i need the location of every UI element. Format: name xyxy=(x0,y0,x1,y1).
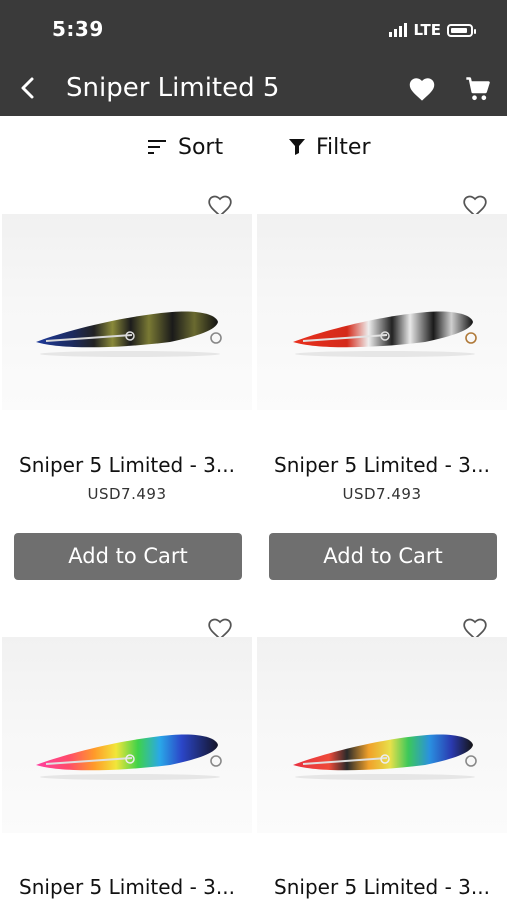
sort-icon xyxy=(148,140,166,154)
sort-button[interactable]: Sort xyxy=(148,132,223,162)
fishing-lure-image xyxy=(293,311,477,357)
fishing-lure-image xyxy=(36,311,222,357)
back-button[interactable] xyxy=(14,74,42,102)
cart-icon xyxy=(466,77,490,101)
fishing-lure-image xyxy=(36,734,222,780)
signal-icon xyxy=(389,23,408,37)
battery-icon xyxy=(447,23,476,37)
page-title: Sniper Limited 5 xyxy=(66,73,280,103)
product-price: USD7.493 xyxy=(342,485,422,503)
product-image[interactable] xyxy=(2,637,252,833)
product-name[interactable]: Sniper 5 Limited - 3... xyxy=(262,453,502,477)
product-image[interactable] xyxy=(2,214,252,410)
product-name[interactable]: Sniper 5 Limited - 3... xyxy=(262,875,502,899)
wishlist-button[interactable] xyxy=(408,76,436,102)
status-time: 5:39 xyxy=(52,17,104,41)
add-to-cart-button[interactable]: Add to Cart xyxy=(269,533,497,580)
sort-label: Sort xyxy=(178,134,224,160)
add-to-cart-button[interactable]: Add to Cart xyxy=(14,533,242,580)
chevron-left-icon xyxy=(21,77,34,99)
app-bar: Sniper Limited 5 xyxy=(0,60,507,116)
product-name[interactable]: Sniper 5 Limited - 3... xyxy=(7,453,247,477)
cart-button[interactable] xyxy=(464,75,492,103)
network-type: LTE xyxy=(413,21,441,39)
product-image[interactable] xyxy=(257,637,507,833)
status-indicators: LTE xyxy=(389,19,476,41)
fishing-lure-image xyxy=(293,734,477,780)
filter-icon xyxy=(289,139,305,155)
filter-button[interactable]: Filter xyxy=(288,132,370,162)
filter-label: Filter xyxy=(316,134,371,160)
product-price: USD7.493 xyxy=(87,485,167,503)
product-name[interactable]: Sniper 5 Limited - 3... xyxy=(7,875,247,899)
product-image[interactable] xyxy=(257,214,507,410)
status-bar: 5:39 LTE xyxy=(0,0,507,60)
sort-filter-bar: Sort Filter xyxy=(0,116,507,178)
heart-icon xyxy=(409,78,435,101)
